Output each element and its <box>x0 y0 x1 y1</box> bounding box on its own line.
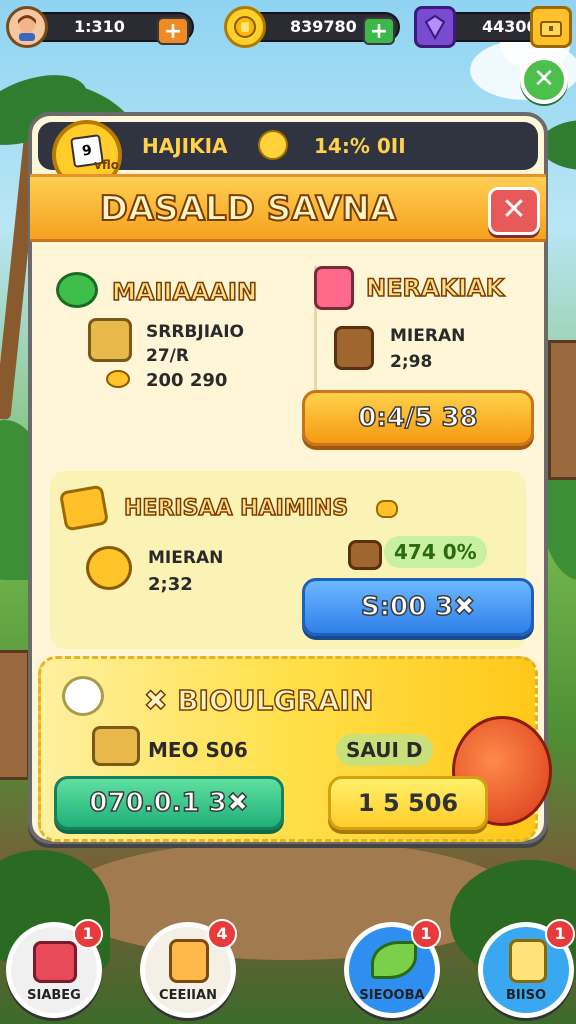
left-item-value: 200 290 <box>146 370 228 391</box>
bottom-nav-drink[interactable]: CEEIIAN 4 <box>140 919 237 1018</box>
special-price-button[interactable]: 1 5 506 <box>328 776 488 830</box>
coins-counter: 839780 + <box>244 12 400 45</box>
middle-buy-button[interactable]: S:00 3✖ <box>302 578 534 636</box>
right-item-label: MIERAN <box>390 326 466 346</box>
bottom-nav-label: SIABEG <box>27 988 81 1003</box>
special-item-value: MEO S06 <box>148 738 248 762</box>
add-coins-button[interactable]: + <box>363 17 395 45</box>
cream-jar-icon <box>62 676 104 716</box>
coin-small-icon <box>376 500 398 518</box>
left-item-label: SRRBJIAIO <box>146 322 244 342</box>
bottom-nav-label: SIEOOBA <box>359 988 425 1003</box>
bottom-nav-label: BIISO <box>506 988 546 1003</box>
close-overlay-button[interactable]: ✕ <box>520 56 568 104</box>
coin-pile-icon <box>106 370 130 388</box>
title-banner: DASALD SAVNA ✕ <box>30 174 546 242</box>
chest-icon <box>348 540 382 570</box>
money-box-icon <box>88 318 132 362</box>
close-panel-button[interactable]: ✕ <box>488 187 540 235</box>
coin-ticket-icon <box>58 484 110 532</box>
treasure-chest-icon[interactable] <box>530 6 572 48</box>
jar-icon <box>314 266 354 310</box>
left-offer-title: MAIIAAAIN <box>111 277 258 307</box>
right-item-sub: 2;98 <box>390 352 433 372</box>
special-title: ✖ BIOULGRAIN <box>143 683 374 718</box>
player-name: HAJIKIA <box>142 134 228 158</box>
notification-badge: 1 <box>411 919 441 949</box>
crystal-icon <box>509 939 547 983</box>
panel-title: DASALD SAVNA <box>99 188 398 230</box>
right-offer-title: NERAKIAK <box>365 273 505 303</box>
resource-bar: 1:310 + 839780 + 44300 <box>6 6 572 48</box>
panel-header: 9 vflo HAJIKIA 14:% 0II <box>38 120 538 190</box>
shop-panel: 9 vflo HAJIKIA 14:% 0II DASALD SAVNA ✕ M… <box>28 112 552 844</box>
avatar-icon[interactable] <box>6 6 48 48</box>
bottom-nav-crystal[interactable]: BIISO 1 <box>478 919 575 1018</box>
coin-stack-icon <box>86 546 132 590</box>
notification-badge: 1 <box>545 919 575 949</box>
middle-title: HERISAA HAIMINS <box>123 495 349 522</box>
gift-box-icon <box>33 941 77 983</box>
bucket-icon <box>334 326 374 370</box>
crate-icon <box>92 726 140 766</box>
leaf-icon <box>371 941 417 979</box>
notification-badge: 1 <box>73 919 103 949</box>
smiley-icon <box>258 130 288 160</box>
gem-icon <box>414 6 456 48</box>
bottom-nav-label: CEEIIAN <box>159 988 217 1003</box>
player-stat: 14:% 0II <box>314 134 406 158</box>
coin-icon <box>224 6 266 48</box>
special-buy-button[interactable]: 070.0.1 3✖ <box>54 776 284 830</box>
right-buy-button[interactable]: 0:4/5 38 <box>302 390 534 446</box>
lives-value: 1:310 <box>74 17 125 36</box>
special-tag: SAUI D <box>336 734 433 766</box>
bottom-nav-gift[interactable]: SIABEG 1 <box>6 919 103 1018</box>
middle-item-sub: 2;32 <box>148 574 193 595</box>
middle-item-label: MIERAN <box>148 548 224 568</box>
drink-icon <box>169 939 209 983</box>
bottom-nav-leaf[interactable]: SIEOOBA 1 <box>344 919 441 1018</box>
lives-counter: 1:310 + <box>28 12 194 45</box>
cash-stack-icon <box>56 272 98 308</box>
coins-value: 839780 <box>290 17 357 36</box>
left-item-sub: 27/R <box>146 346 189 366</box>
middle-bonus: 474 0% <box>384 536 487 568</box>
card-tag: vflo <box>94 158 119 172</box>
add-lives-button[interactable]: + <box>157 17 189 45</box>
notification-badge: 4 <box>207 919 237 949</box>
